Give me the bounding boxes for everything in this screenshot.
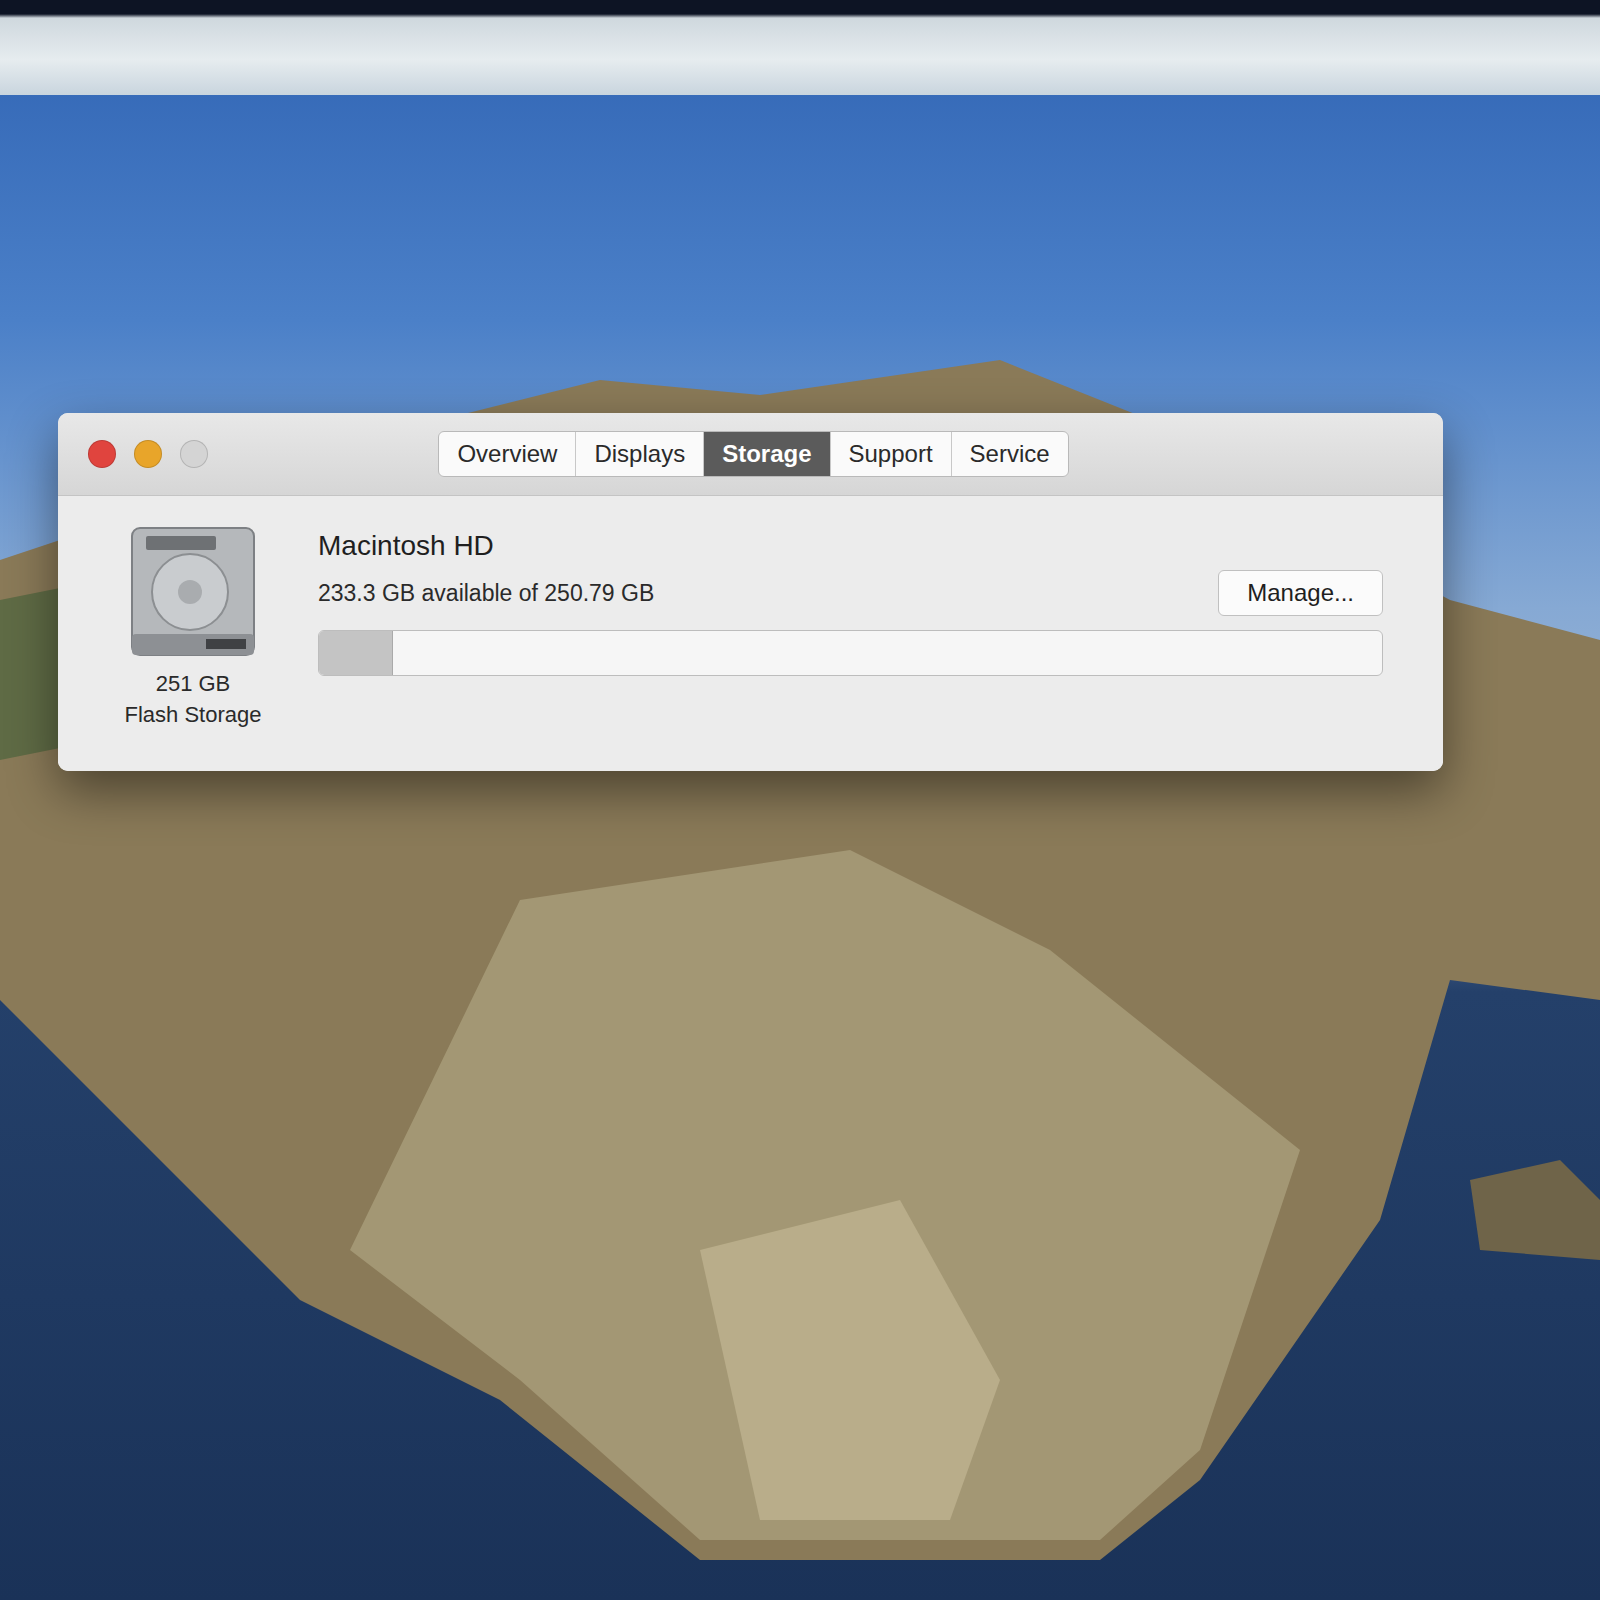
manage-button[interactable]: Manage... — [1218, 570, 1383, 616]
drive-label: 251 GBFlash Storage — [125, 669, 262, 731]
wallpaper — [0, 0, 1600, 1600]
hard-drive-icon — [128, 524, 258, 659]
storage-used-fill — [319, 631, 393, 675]
availability-row: 233.3 GB available of 250.79 GB Manage... — [318, 570, 1383, 616]
disk-name: Macintosh HD — [318, 530, 1383, 562]
tab[interactable]: Storage — [704, 432, 830, 476]
tab[interactable]: Displays — [576, 432, 704, 476]
tab[interactable]: Overview — [439, 432, 576, 476]
zoom-button[interactable] — [180, 440, 208, 468]
tab-bar: OverviewDisplaysStorageSupportService — [438, 431, 1068, 477]
tab[interactable]: Support — [831, 432, 952, 476]
minimize-button[interactable] — [134, 440, 162, 468]
drive-type: Flash Storage — [125, 700, 262, 731]
title-bar: OverviewDisplaysStorageSupportService — [58, 413, 1443, 496]
disk-details: Macintosh HD 233.3 GB available of 250.79… — [318, 524, 1383, 731]
drive-size: 251 GB — [125, 669, 262, 700]
screen-top — [0, 0, 1600, 95]
storage-bar — [318, 630, 1383, 676]
tab[interactable]: Service — [952, 432, 1068, 476]
drive-info: 251 GBFlash Storage — [108, 524, 278, 731]
about-window: OverviewDisplaysStorageSupportService 251… — [58, 413, 1443, 771]
storage-panel: 251 GBFlash Storage Macintosh HD 233.3 GB … — [58, 496, 1443, 771]
window-controls — [88, 440, 438, 468]
availability-text: 233.3 GB available of 250.79 GB — [318, 580, 654, 607]
close-button[interactable] — [88, 440, 116, 468]
